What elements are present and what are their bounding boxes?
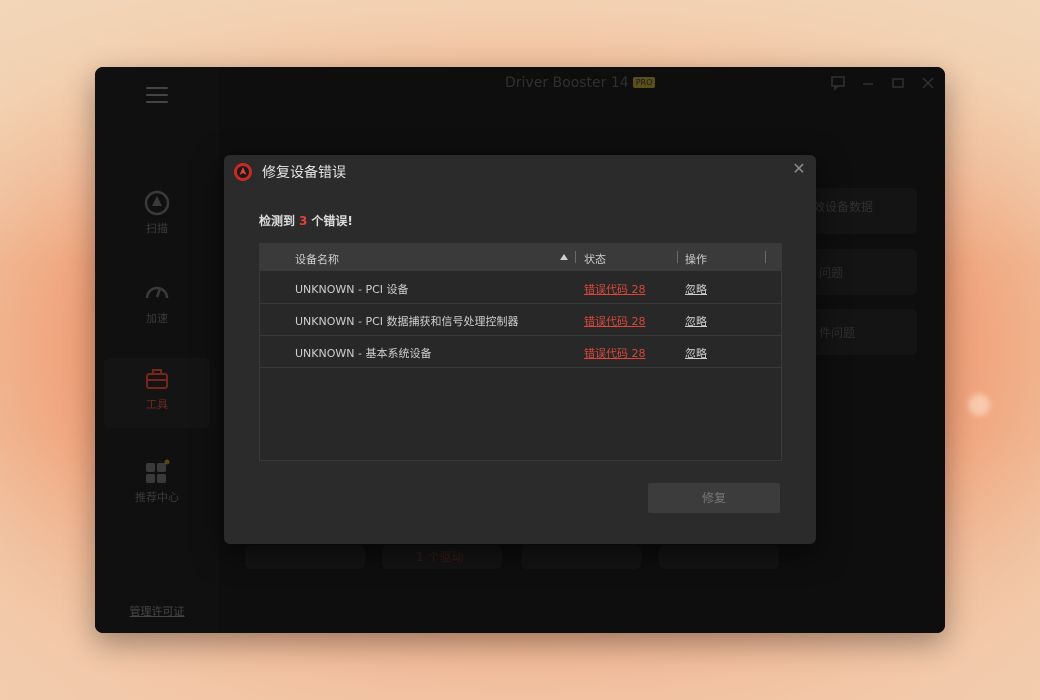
detect-prefix: 检测到 [259,214,296,228]
sort-ascending-icon[interactable] [560,254,568,260]
ignore-link[interactable]: 忽略 [685,281,707,297]
ignore-link[interactable]: 忽略 [685,313,707,329]
close-icon[interactable]: ✕ [790,160,808,178]
table-row[interactable]: UNKNOWN - 基本系统设备 错误代码 28 忽略 [260,336,781,368]
column-divider [575,251,576,263]
bokeh-light [968,394,990,416]
table-row[interactable]: UNKNOWN - PCI 设备 错误代码 28 忽略 [260,272,781,304]
ignore-link[interactable]: 忽略 [685,345,707,361]
column-header-status[interactable]: 状态 [584,251,606,267]
device-name: UNKNOWN - 基本系统设备 [295,347,432,360]
repair-button[interactable]: 修复 [648,483,780,513]
column-divider [677,251,678,263]
fix-device-errors-dialog: 修复设备错误 ✕ 检测到 3 个错误! 设备名称 状态 操作 UNKNOWN - P… [224,155,816,544]
column-divider [765,251,766,263]
device-error-table: 设备名称 状态 操作 UNKNOWN - PCI 设备 错误代码 28 忽略 U… [259,243,782,461]
error-code-link[interactable]: 错误代码 28 [584,281,646,297]
detection-summary: 检测到 3 个错误! [259,212,353,229]
dialog-title: 修复设备错误 [262,165,346,181]
detect-suffix: 个错误! [311,214,353,228]
error-code-link[interactable]: 错误代码 28 [584,345,646,361]
table-row[interactable]: UNKNOWN - PCI 数据捕获和信号处理控制器 错误代码 28 忽略 [260,304,781,336]
column-header-name[interactable]: 设备名称 [295,251,339,267]
device-name: UNKNOWN - PCI 设备 [295,283,409,296]
error-count: 3 [299,214,308,228]
device-name: UNKNOWN - PCI 数据捕获和信号处理控制器 [295,315,519,328]
table-header: 设备名称 状态 操作 [260,244,781,271]
error-code-link[interactable]: 错误代码 28 [584,313,646,329]
column-header-action[interactable]: 操作 [685,251,707,267]
driver-booster-logo-icon [234,163,252,181]
